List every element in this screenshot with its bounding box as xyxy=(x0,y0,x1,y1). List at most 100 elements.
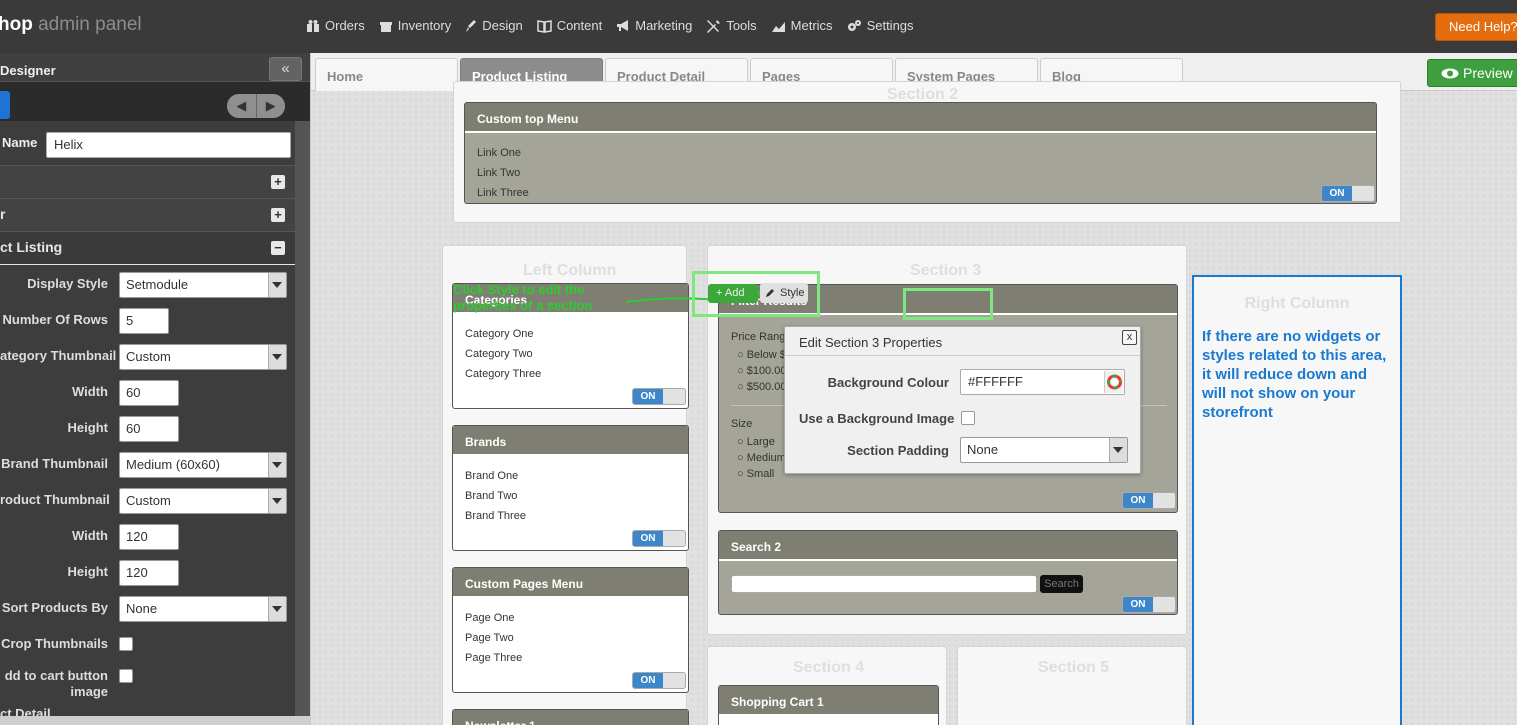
widget-toggle[interactable]: ON xyxy=(632,530,686,547)
nav-orders[interactable]: Orders xyxy=(306,18,365,33)
sort-by-label: Sort Products By xyxy=(1,600,108,615)
list-item: Page Two xyxy=(465,632,514,644)
tools-icon xyxy=(707,19,721,33)
section-3-title-highlight xyxy=(903,288,993,320)
modal-title: Edit Section 3 Properties xyxy=(799,335,943,350)
widget-title: Custom top Menu xyxy=(465,103,1376,133)
nav-metrics[interactable]: Metrics xyxy=(771,18,833,33)
brand-thumbnail-select[interactable]: Medium (60x60) xyxy=(119,452,287,478)
number-rows-input[interactable]: 5 xyxy=(119,308,169,334)
nav-content[interactable]: Content xyxy=(536,18,602,33)
category-thumbnail-select[interactable]: Custom xyxy=(119,344,287,370)
widget-title: Shopping Cart 1 xyxy=(719,686,938,716)
right-column[interactable]: Right Column If there are no widgets or … xyxy=(1192,275,1402,725)
section-4[interactable]: Section 4 Shopping Cart 1 xyxy=(707,646,947,725)
category-thumbnail-label: ategory Thumbnail xyxy=(0,348,117,363)
horizontal-scrollbar[interactable] xyxy=(0,716,310,725)
add-widget-button[interactable]: + Add xyxy=(708,284,758,303)
style-button[interactable]: Style xyxy=(760,283,808,303)
collapse-icon[interactable]: − xyxy=(271,241,285,255)
shopping-cart-widget[interactable]: Shopping Cart 1 xyxy=(718,685,939,725)
section-title: Section 3 xyxy=(910,262,982,279)
background-colour-label: Background Colour xyxy=(827,375,949,390)
widget-toggle[interactable]: ON xyxy=(1122,596,1176,613)
widget-toggle[interactable]: ON xyxy=(632,388,686,405)
product-width-input[interactable]: 120 xyxy=(119,524,179,550)
brand-thumbnail-label: Brand Thumbnail xyxy=(1,456,108,471)
chevron-down-icon xyxy=(272,282,282,288)
edit-section-modal: Edit Section 3 Properties x Background C… xyxy=(784,326,1141,474)
width-label: Width xyxy=(72,528,108,543)
section-5[interactable]: Section 5 xyxy=(957,646,1187,725)
widget-title: Brands xyxy=(453,426,688,456)
theme-name-input[interactable]: Helix xyxy=(46,132,291,158)
tab-home[interactable]: Home xyxy=(315,58,458,91)
section-2[interactable]: Section 2 Custom top Menu Link One Link … xyxy=(453,81,1401,223)
book-icon xyxy=(536,19,552,33)
chevron-down-icon xyxy=(1113,447,1123,453)
use-background-image-checkbox[interactable] xyxy=(961,411,975,425)
sidebar-section-1[interactable]: + xyxy=(0,165,295,198)
section-title: Left Column xyxy=(523,262,617,279)
nav-settings[interactable]: Settings xyxy=(847,18,914,33)
display-style-label: Display Style xyxy=(27,276,108,291)
expand-icon[interactable]: + xyxy=(271,175,285,189)
list-item: Category Three xyxy=(465,368,542,380)
color-picker-icon[interactable] xyxy=(1104,371,1123,393)
category-width-input[interactable]: 60 xyxy=(119,380,179,406)
widget-toggle[interactable]: ON xyxy=(1122,492,1176,509)
nav-tools[interactable]: Tools xyxy=(706,18,757,33)
category-height-input[interactable]: 60 xyxy=(119,416,179,442)
collapse-sidebar-button[interactable]: « xyxy=(269,57,302,81)
sort-by-select[interactable]: None xyxy=(119,596,287,622)
list-item: Brand Two xyxy=(465,490,518,502)
box-icon xyxy=(379,21,392,32)
nav-inventory[interactable]: Inventory xyxy=(379,18,451,33)
preview-button[interactable]: Preview xyxy=(1427,59,1517,87)
add-to-cart-checkbox[interactable] xyxy=(119,669,133,683)
widget-title: Custom Pages Menu xyxy=(453,568,688,598)
section-title: Section 5 xyxy=(1038,659,1110,676)
chart-icon xyxy=(771,21,785,32)
sidebar-section-label: ct Listing xyxy=(0,239,63,255)
main-nav: Orders Inventory Design Content Marketin… xyxy=(306,18,914,33)
need-help-button[interactable]: Need Help? xyxy=(1435,13,1517,41)
list-item: Brand Three xyxy=(465,510,526,522)
nav-marketing[interactable]: Marketing xyxy=(616,18,692,33)
product-height-input[interactable]: 120 xyxy=(119,560,179,586)
sidebar-section-product-listing[interactable]: ct Listing − xyxy=(0,231,295,264)
sidebar-scrollbar[interactable] xyxy=(295,121,310,725)
sidebar-toolbar: ◀ ▶ xyxy=(0,81,310,121)
section-padding-select[interactable]: None xyxy=(960,437,1128,463)
theme-button[interactable] xyxy=(0,91,10,119)
custom-top-menu-widget[interactable]: Custom top Menu Link One Link Two Link T… xyxy=(464,102,1377,204)
crop-thumbnails-label: Crop Thumbnails xyxy=(1,636,108,651)
list-item: Category One xyxy=(465,328,534,340)
sidebar-section-2[interactable]: r + xyxy=(0,198,295,231)
left-column[interactable]: Left Column Categories Category One Cate… xyxy=(442,245,689,725)
expand-icon[interactable]: + xyxy=(271,208,285,222)
search-button[interactable]: Search xyxy=(1040,575,1083,593)
list-item: Page Three xyxy=(465,652,523,664)
product-thumbnail-select[interactable]: Custom xyxy=(119,488,287,514)
widget-toggle[interactable]: ON xyxy=(1321,185,1375,202)
style-annotation: Click Style to edit the properties of a … xyxy=(453,282,593,313)
background-colour-input[interactable]: #FFFFFF xyxy=(960,369,1125,395)
nav-design[interactable]: Design xyxy=(465,18,523,33)
display-style-select[interactable]: Setmodule xyxy=(119,272,287,298)
custom-pages-menu-widget[interactable]: Custom Pages Menu Page One Page Two Page… xyxy=(452,567,689,693)
height-label: Height xyxy=(67,564,108,579)
newsletter-widget[interactable]: Newsletter 1 xyxy=(452,709,689,725)
sidebar-title: Designer xyxy=(0,63,56,78)
megaphone-icon xyxy=(617,19,629,31)
eye-icon xyxy=(1441,68,1459,79)
next-icon[interactable]: ▶ xyxy=(255,94,285,118)
brands-widget[interactable]: Brands Brand One Brand Two Brand Three O… xyxy=(452,425,689,551)
search-input[interactable] xyxy=(731,575,1037,593)
widget-toggle[interactable]: ON xyxy=(632,672,686,689)
prev-icon[interactable]: ◀ xyxy=(227,94,256,118)
crop-thumbnails-checkbox[interactable] xyxy=(119,637,133,651)
app-logo[interactable]: hop admin panel xyxy=(0,14,142,36)
close-icon[interactable]: x xyxy=(1122,330,1137,345)
search-widget[interactable]: Search 2 ON xyxy=(718,530,1178,615)
